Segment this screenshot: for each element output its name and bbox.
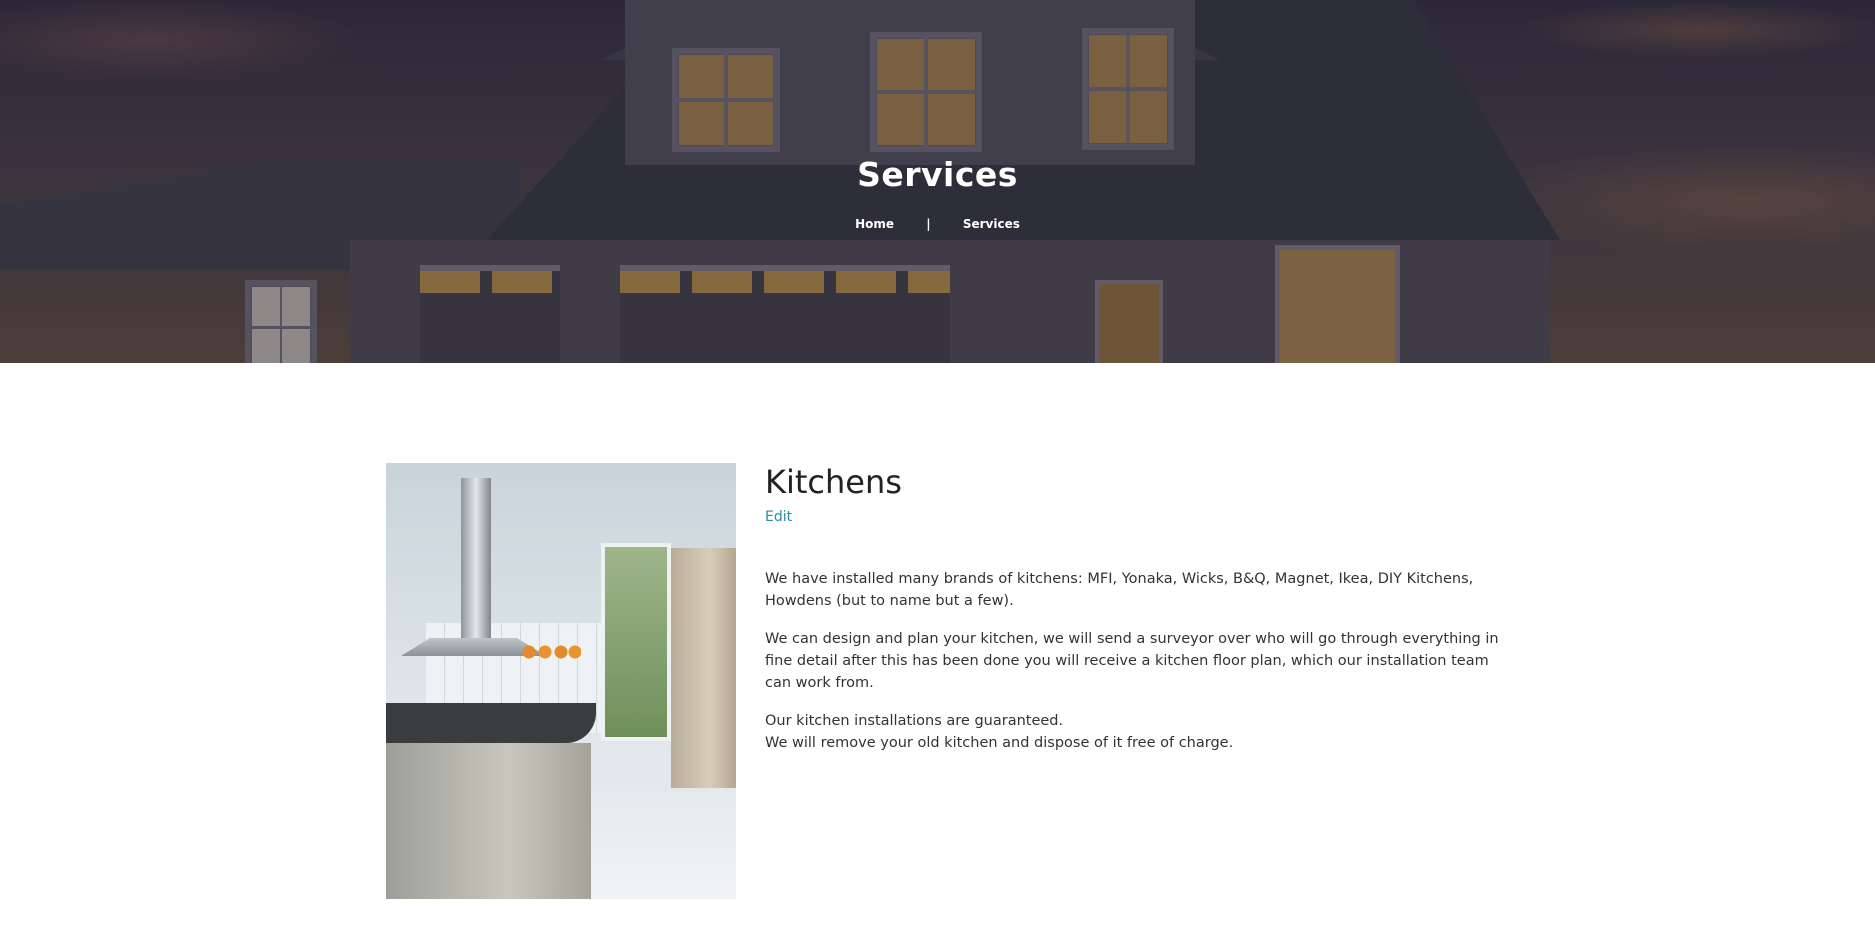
edit-link[interactable]: Edit xyxy=(765,509,792,525)
hero-banner: Services Home | Services xyxy=(0,0,1875,363)
paragraph-guarantee: Our kitchen installations are guaranteed… xyxy=(765,710,1500,754)
service-description: We have installed many brands of kitchen… xyxy=(765,568,1500,754)
removal-line: We will remove your old kitchen and disp… xyxy=(765,735,1234,752)
breadcrumb-separator: | xyxy=(926,217,931,231)
page-title: Services xyxy=(857,155,1018,194)
breadcrumb: Home | Services xyxy=(0,217,1875,231)
service-details: Kitchens Edit We have installed many bra… xyxy=(765,463,1500,770)
guarantee-line: Our kitchen installations are guaranteed… xyxy=(765,713,1064,730)
kitchen-photo xyxy=(386,463,736,899)
service-title: Kitchens xyxy=(765,463,902,501)
breadcrumb-home-link[interactable]: Home xyxy=(855,217,894,231)
breadcrumb-current: Services xyxy=(962,217,1020,231)
paragraph-brands: We have installed many brands of kitchen… xyxy=(765,571,1474,610)
paragraph-design: We can design and plan your kitchen, we … xyxy=(765,631,1499,692)
